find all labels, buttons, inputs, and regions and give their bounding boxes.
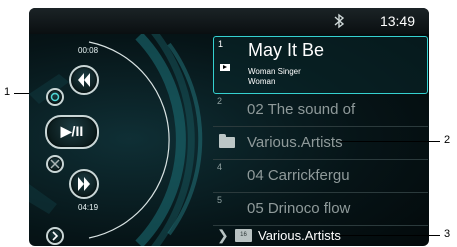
- callout-2: 2: [444, 134, 451, 146]
- folder-badge: 16: [235, 229, 252, 242]
- page: 1 13:49 00:08 04:19 ▶/II 1 May It Be Wom…: [0, 0, 457, 247]
- bluetooth-icon: [334, 13, 345, 29]
- skip-forward-icon: [78, 177, 90, 191]
- track-row[interactable]: 2 02 The sound of: [213, 94, 428, 127]
- folder-title: Various.Artists: [247, 134, 343, 151]
- track-title: May It Be: [248, 40, 325, 60]
- repeat-button[interactable]: [46, 88, 64, 106]
- clock: 13:49: [379, 13, 415, 29]
- track-album: Woman: [248, 77, 276, 86]
- track-title: 04 Carrickfergu: [247, 167, 350, 184]
- repeat-icon: [50, 92, 60, 102]
- callout-1: 1: [4, 86, 11, 98]
- breadcrumb-text: Various.Artists: [258, 228, 341, 243]
- track-row[interactable]: 5 05 Drinoco flow: [213, 193, 428, 226]
- total-time: 04:19: [78, 203, 99, 212]
- previous-track-button[interactable]: [69, 65, 99, 95]
- folder-row[interactable]: Various.Artists: [213, 127, 428, 160]
- track-artist: Woman Singer: [248, 67, 301, 76]
- next-track-button[interactable]: [69, 169, 99, 199]
- shuffle-icon: [50, 159, 60, 169]
- track-title: 05 Drinoco flow: [247, 200, 351, 217]
- media-player-screen: 13:49 00:08 04:19 ▶/II 1 May It Be Woman…: [29, 8, 429, 246]
- track-number: 2: [217, 96, 223, 106]
- more-button[interactable]: [46, 227, 64, 245]
- elapsed-time: 00:08: [78, 46, 99, 55]
- folder-icon: [219, 134, 235, 148]
- chevron-right-icon: ❯: [217, 227, 229, 243]
- now-playing-icon: [220, 64, 230, 71]
- track-number: 1: [218, 39, 224, 49]
- skip-back-icon: [78, 73, 90, 87]
- play-pause-button[interactable]: ▶/II: [45, 115, 99, 149]
- track-number: 4: [217, 162, 223, 172]
- track-number: 5: [217, 195, 223, 205]
- status-bar: 13:49: [29, 8, 429, 34]
- track-title: 02 The sound of: [247, 101, 356, 118]
- track-row[interactable]: 4 04 Carrickfergu: [213, 160, 428, 193]
- callout-3: 3: [444, 228, 451, 240]
- chevron-right-icon: [52, 231, 59, 241]
- shuffle-button[interactable]: [46, 155, 64, 173]
- play-pause-label: ▶/II: [60, 123, 84, 139]
- track-list: 1 May It Be Woman Singer Woman 2 02 The …: [213, 36, 428, 226]
- callout-3-line: [340, 235, 440, 236]
- callout-2-line: [340, 141, 440, 142]
- track-row-current[interactable]: 1 May It Be Woman Singer Woman: [213, 36, 428, 94]
- breadcrumb[interactable]: ❯ 16 Various.Artists: [213, 226, 428, 246]
